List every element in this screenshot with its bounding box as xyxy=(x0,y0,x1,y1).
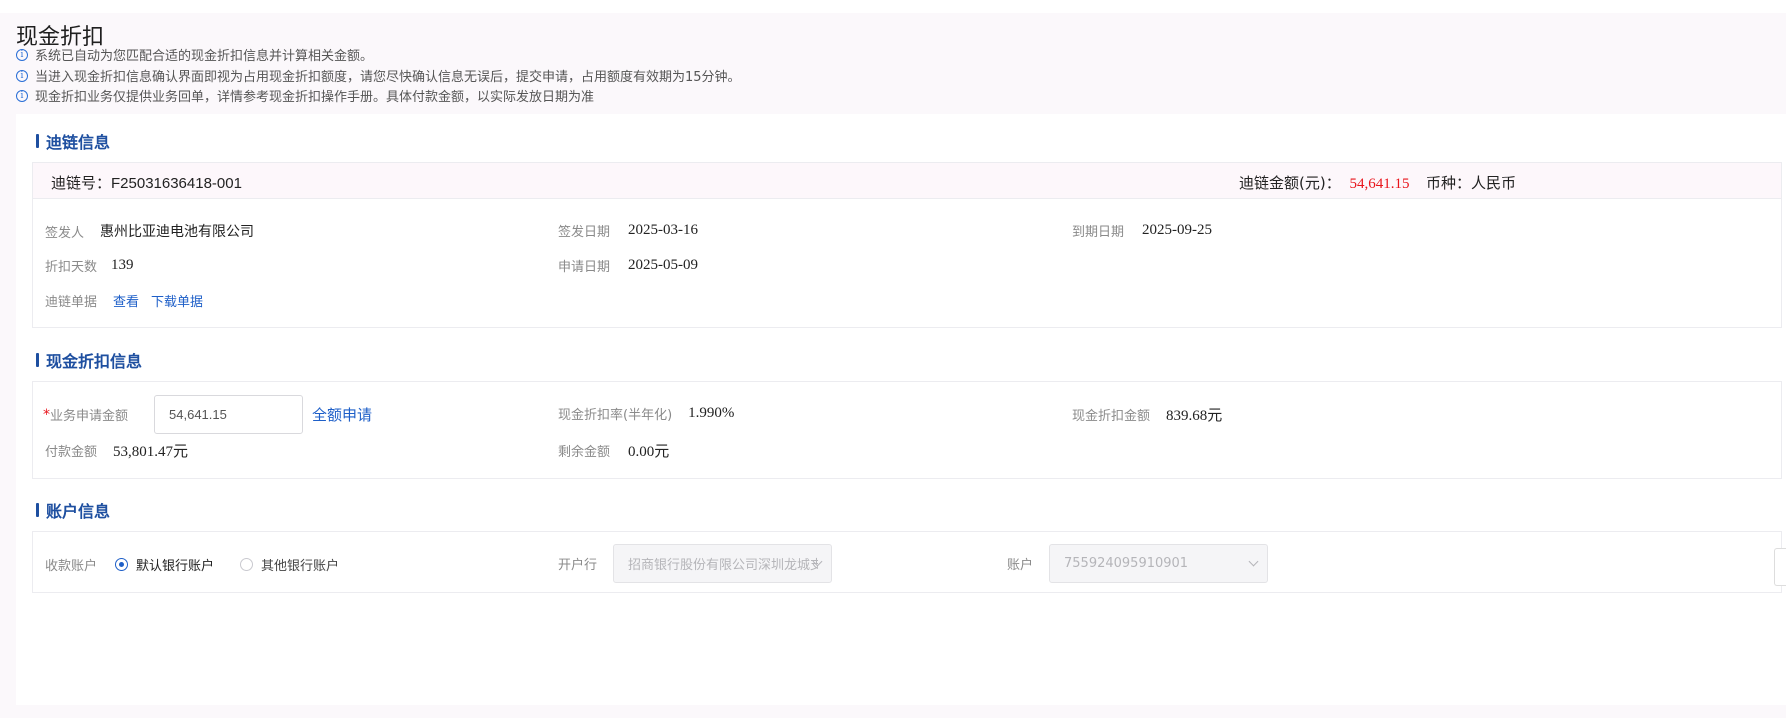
issuer-field: 签发人 惠州比亚迪电池有限公司 xyxy=(45,221,254,241)
notice-3: i 现金折扣业务仅提供业务回单，详情参考现金折扣操作手册。具体付款金额，以实际发… xyxy=(16,86,594,105)
apply-amount-field: * 业务申请金额 全额申请 xyxy=(43,395,372,434)
radio-other-label: 其他银行账户 xyxy=(261,559,340,574)
due-date-label: 到期日期 xyxy=(1072,225,1125,240)
apply-date-field: 申请日期 2025-05-09 xyxy=(558,256,698,275)
chain-amount-value: 54,641.15 xyxy=(1349,176,1410,192)
discount-amount-label: 现金折扣金额 xyxy=(1072,409,1151,424)
section-account-title: 账户信息 xyxy=(36,498,110,522)
discount-amount-field: 现金折扣金额 839.68元 xyxy=(1072,404,1222,425)
notice-text: 现金折扣业务仅提供业务回单，详情参考现金折扣操作手册。具体付款金额，以实际发放日… xyxy=(35,90,595,105)
view-link[interactable]: 查看 xyxy=(113,291,139,310)
issuer-label: 签发人 xyxy=(45,225,85,241)
section-bar xyxy=(36,353,39,367)
rate-value: 1.990% xyxy=(688,405,735,421)
full-apply-link[interactable]: 全额申请 xyxy=(312,404,372,425)
info-icon: i xyxy=(16,48,28,61)
radio-default-account[interactable]: 默认银行账户 xyxy=(115,555,214,574)
bank-label: 开户行 xyxy=(558,558,598,573)
apply-amount-label: 业务申请金额 xyxy=(50,409,129,424)
radio-button-checked[interactable] xyxy=(115,558,129,571)
bank-field: 开户行 招商银行股份有限公司深圳龙城支行 xyxy=(558,544,833,583)
bank-select-value: 招商银行股份有限公司深圳龙城支行 xyxy=(628,558,819,573)
radio-button[interactable] xyxy=(240,558,254,571)
account-number-value: 755924095910901 xyxy=(1064,556,1189,571)
download-doc-link[interactable]: 下载单据 xyxy=(151,291,203,310)
chain-number: 迪链号：F25031636418-001 xyxy=(51,175,242,192)
discount-days-label: 折扣天数 xyxy=(45,260,98,275)
section-bar xyxy=(36,503,39,517)
section-bar xyxy=(36,134,39,148)
side-toggle-tab[interactable] xyxy=(1774,548,1786,586)
section-chain-title: 迪链信息 xyxy=(36,129,110,153)
issue-date-value: 2025-03-16 xyxy=(628,222,699,238)
issue-date-field: 签发日期 2025-03-16 xyxy=(558,221,698,240)
chain-amount: 迪链金额(元)： 54,641.15 xyxy=(1239,172,1410,193)
account-card: 收款账户 默认银行账户 其他银行账户 开户行 招商银行股份有限公司深圳龙城支行 … xyxy=(32,531,1782,593)
notice-text: 当进入现金折扣信息确认界面即视为占用现金折扣额度，请您尽快确认信息无误后，提交申… xyxy=(35,70,741,85)
info-icon: i xyxy=(16,69,28,82)
chain-card: 迪链号：F25031636418-001 迪链金额(元)： 54,641.15 … xyxy=(32,162,1782,328)
remain-amount-label: 剩余金额 xyxy=(558,445,611,460)
chain-card-header: 迪链号：F25031636418-001 迪链金额(元)： 54,641.15 … xyxy=(33,163,1781,199)
rate-label: 现金折扣率(半年化) xyxy=(558,408,673,423)
chain-doc-label: 迪链单据 xyxy=(45,295,98,310)
discount-days-value: 139 xyxy=(111,257,134,273)
bank-select[interactable]: 招商银行股份有限公司深圳龙城支行 xyxy=(613,544,833,583)
remain-amount-value: 0.00元 xyxy=(628,444,670,460)
radio-default-label: 默认银行账户 xyxy=(136,559,215,574)
rate-field: 现金折扣率(半年化) 1.990% xyxy=(558,404,734,423)
due-date-field: 到期日期 2025-09-25 xyxy=(1072,221,1212,240)
info-icon: i xyxy=(16,89,28,102)
account-number-field: 账户 755924095910901 xyxy=(1007,544,1269,583)
discount-amount-value: 839.68元 xyxy=(1166,408,1223,424)
pay-amount-label: 付款金额 xyxy=(45,445,98,460)
pay-amount-field: 付款金额 53,801.47元 xyxy=(45,440,188,461)
apply-amount-input[interactable] xyxy=(154,395,304,434)
account-number-label: 账户 xyxy=(1007,558,1034,573)
apply-date-label: 申请日期 xyxy=(558,260,611,275)
remain-amount-field: 剩余金额 0.00元 xyxy=(558,440,669,461)
receive-account-field: 收款账户 默认银行账户 其他银行账户 xyxy=(45,555,339,574)
account-number-select[interactable]: 755924095910901 xyxy=(1049,544,1269,583)
notice-text: 系统已自动为您匹配合适的现金折扣信息并计算相关金额。 xyxy=(35,49,374,64)
issue-date-label: 签发日期 xyxy=(558,225,611,240)
pay-amount-value: 53,801.47元 xyxy=(113,444,189,460)
apply-date-value: 2025-05-09 xyxy=(628,257,699,273)
radio-other-account[interactable]: 其他银行账户 xyxy=(240,555,339,574)
required-mark: * xyxy=(43,406,50,423)
top-bar xyxy=(0,0,1786,13)
section-discount-title: 现金折扣信息 xyxy=(36,348,142,372)
currency: 币种：人民币 xyxy=(1426,174,1517,192)
due-date-value: 2025-09-25 xyxy=(1142,222,1213,238)
notice-1: i 系统已自动为您匹配合适的现金折扣信息并计算相关金额。 xyxy=(16,45,373,64)
notice-2: i 当进入现金折扣信息确认界面即视为占用现金折扣额度，请您尽快确认信息无误后，提… xyxy=(16,66,741,85)
discount-days-field: 折扣天数 139 xyxy=(45,256,134,275)
chain-doc-field: 迪链单据 查看 下载单据 xyxy=(45,291,215,310)
receive-account-label: 收款账户 xyxy=(45,559,98,574)
chain-amount-label: 迪链金额(元)： xyxy=(1239,174,1341,192)
content-panel: 迪链信息 迪链号：F25031636418-001 迪链金额(元)： 54,64… xyxy=(16,114,1786,705)
issuer-value: 惠州比亚迪电池有限公司 xyxy=(100,224,255,240)
discount-card: * 业务申请金额 全额申请 现金折扣率(半年化) 1.990% 现金折扣金额 8… xyxy=(32,381,1782,479)
